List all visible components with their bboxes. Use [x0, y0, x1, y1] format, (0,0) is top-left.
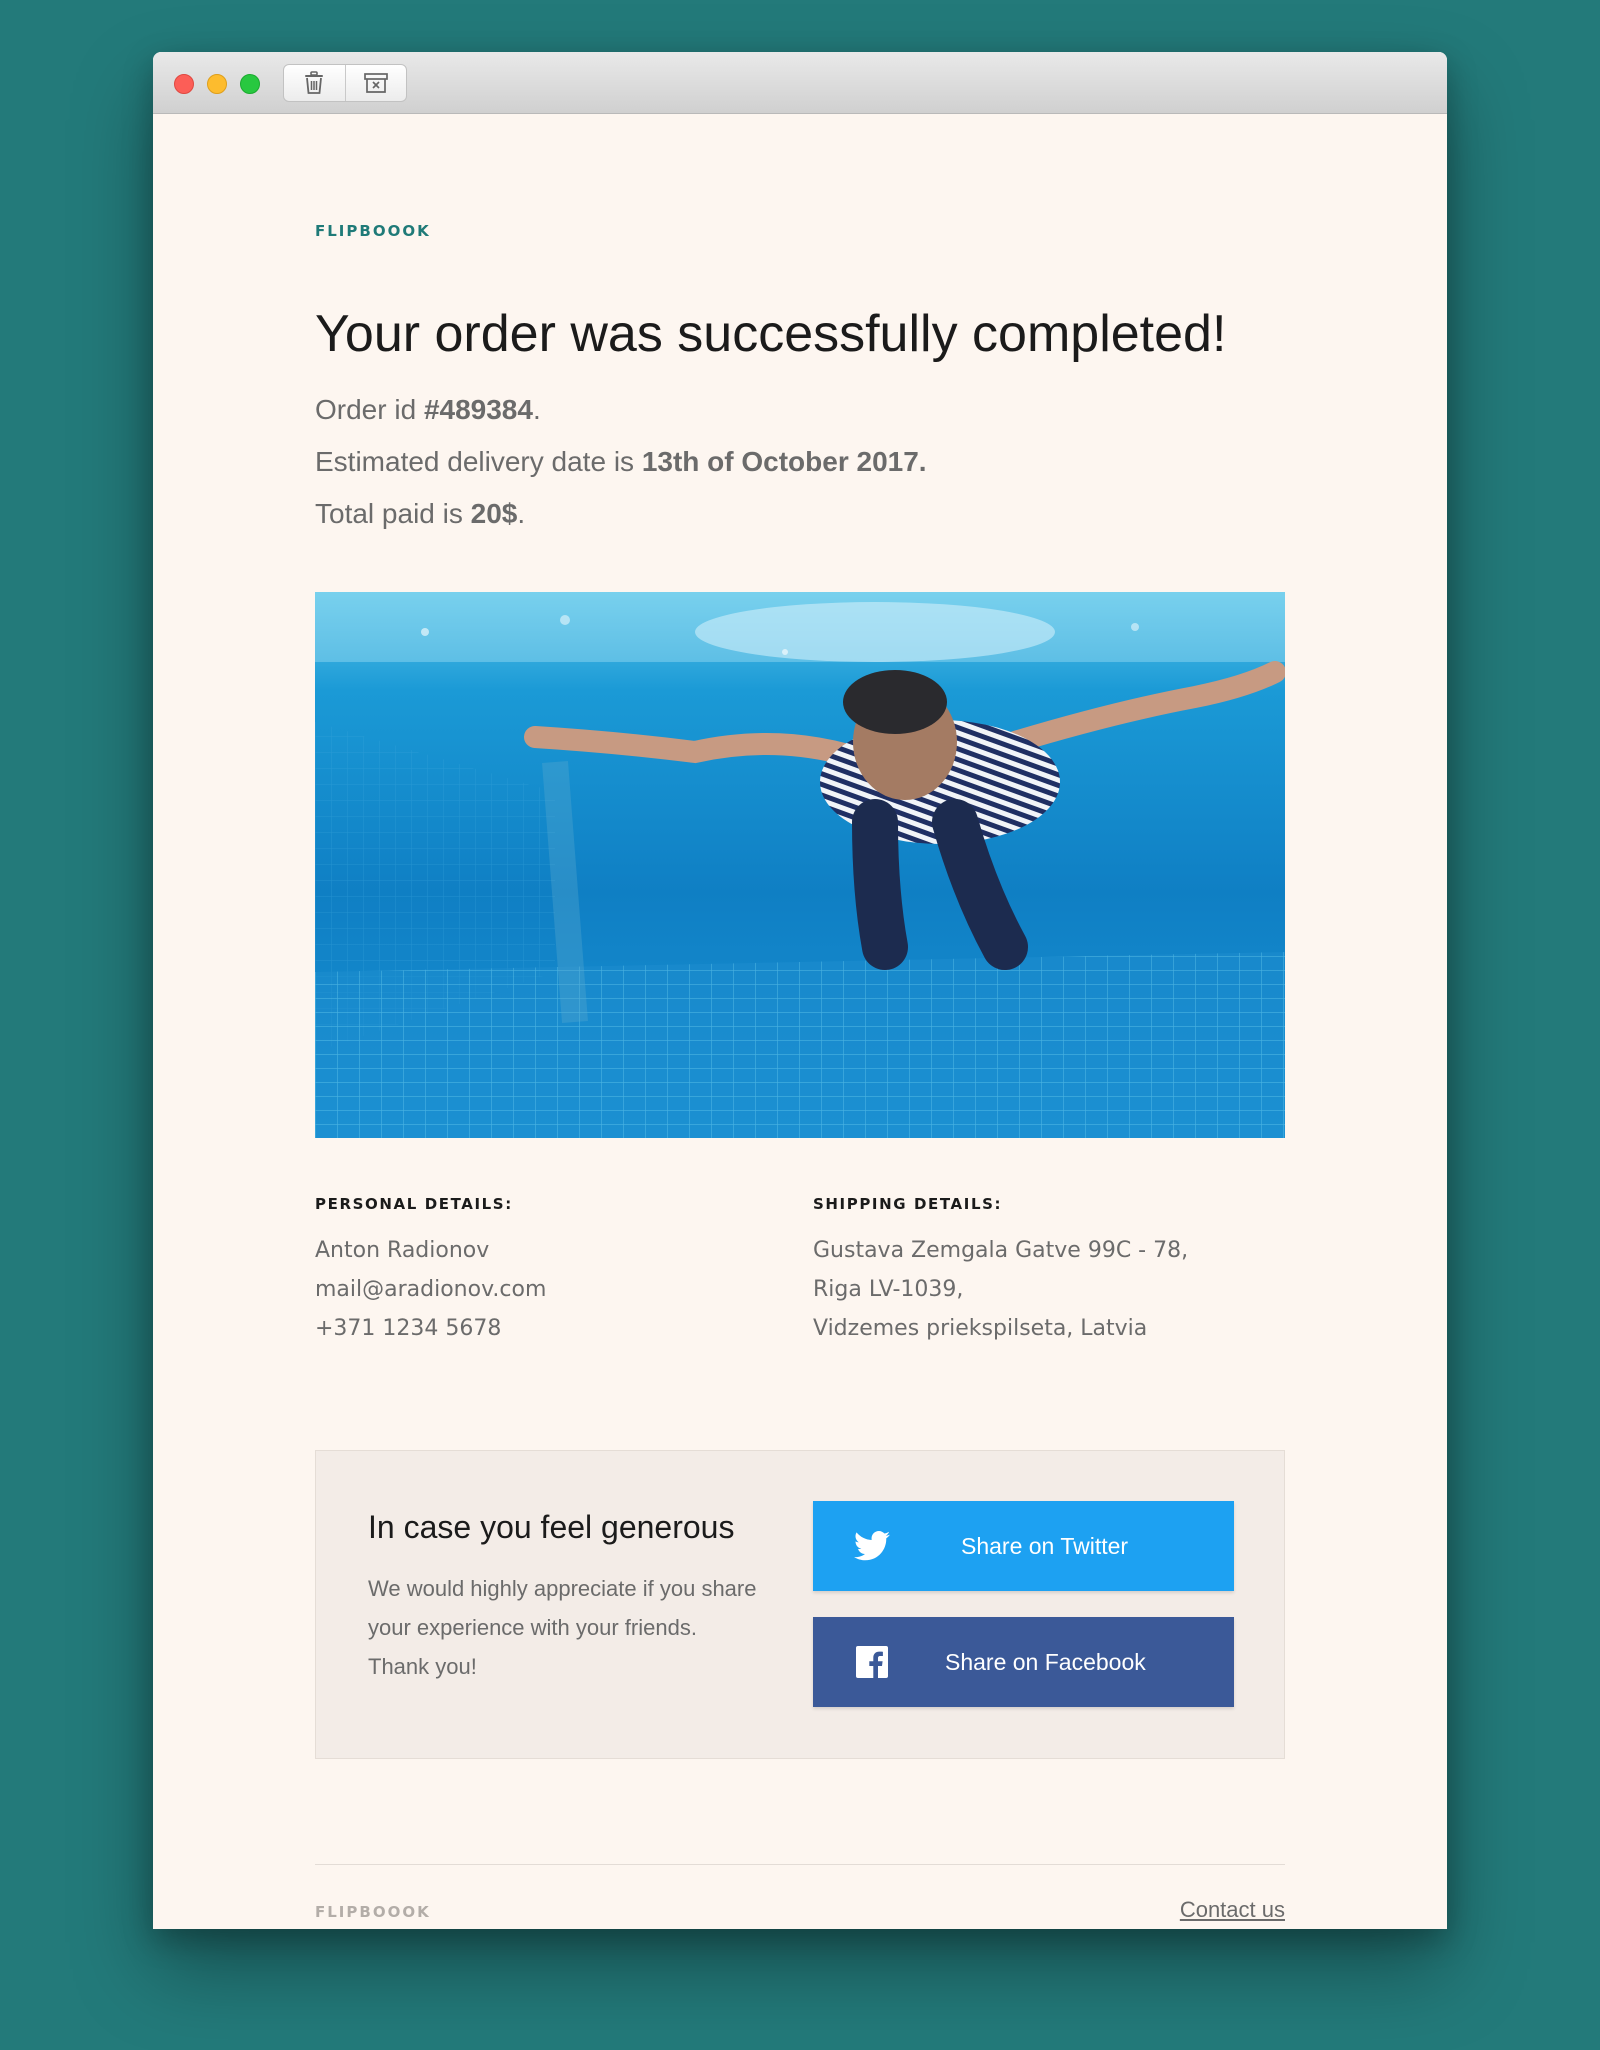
customer-email: mail@aradionov.com	[315, 1277, 547, 1302]
maximize-window-button[interactable]	[240, 74, 260, 94]
shipping-street: Gustava Zemgala Gatve 99C - 78,	[813, 1238, 1189, 1263]
share-twitter-label: Share on Twitter	[961, 1532, 1129, 1559]
shipping-region: Vidzemes priekspilseta, Latvia	[813, 1316, 1148, 1341]
minimize-window-button[interactable]	[207, 74, 227, 94]
share-panel-text: We would highly appreciate if you share …	[368, 1569, 788, 1686]
twitter-icon	[835, 1531, 909, 1561]
contact-us-link[interactable]: Contact us	[1180, 1897, 1285, 1923]
brand-logo: FLIPBOOOK	[315, 222, 431, 240]
footer-brand: FLIPBOOOK	[315, 1903, 431, 1921]
browser-window: FLIPBOOOK Your order was successfully co…	[153, 52, 1447, 1929]
delivery-date-line: Estimated delivery date is 13th of Octob…	[315, 446, 927, 477]
trash-button[interactable]	[284, 65, 345, 101]
share-facebook-button[interactable]: Share on Facebook	[813, 1617, 1234, 1707]
facebook-icon	[835, 1646, 909, 1678]
personal-details: PERSONAL DETAILS: Anton Radionov mail@ar…	[315, 1195, 775, 1348]
share-panel-title: In case you feel generous	[368, 1509, 735, 1545]
customer-phone: +371 1234 5678	[315, 1316, 502, 1341]
footer-divider	[315, 1864, 1285, 1865]
share-text-line: your experience with your friends.	[368, 1615, 697, 1640]
share-panel: In case you feel generous We would highl…	[315, 1450, 1285, 1759]
trash-icon	[305, 71, 324, 94]
share-text-line: We would highly appreciate if you share	[368, 1576, 757, 1601]
shipping-city: Riga LV-1039,	[813, 1277, 964, 1302]
order-id-line: Order id #489384.	[315, 394, 541, 425]
total-paid: 20$	[470, 498, 518, 529]
window-titlebar	[153, 52, 1447, 114]
hero-image	[315, 592, 1285, 1138]
order-id: #489384	[423, 394, 533, 425]
archive-delete-button[interactable]	[344, 65, 407, 101]
page-title: Your order was successfully completed!	[315, 305, 1227, 363]
share-twitter-button[interactable]: Share on Twitter	[813, 1501, 1234, 1591]
delivery-date: 13th of October 2017.	[641, 446, 927, 477]
customer-name: Anton Radionov	[315, 1238, 490, 1263]
share-text-line: Thank you!	[368, 1654, 477, 1679]
close-window-button[interactable]	[174, 74, 194, 94]
shipping-details: SHIPPING DETAILS: Gustava Zemgala Gatve …	[813, 1195, 1273, 1348]
toolbar-button-group	[283, 64, 407, 102]
archive-delete-icon	[363, 73, 388, 93]
personal-details-title: PERSONAL DETAILS:	[315, 1195, 513, 1213]
shipping-details-title: SHIPPING DETAILS:	[813, 1195, 1003, 1213]
share-facebook-label: Share on Facebook	[945, 1648, 1146, 1675]
total-paid-line: Total paid is 20$.	[315, 498, 526, 529]
